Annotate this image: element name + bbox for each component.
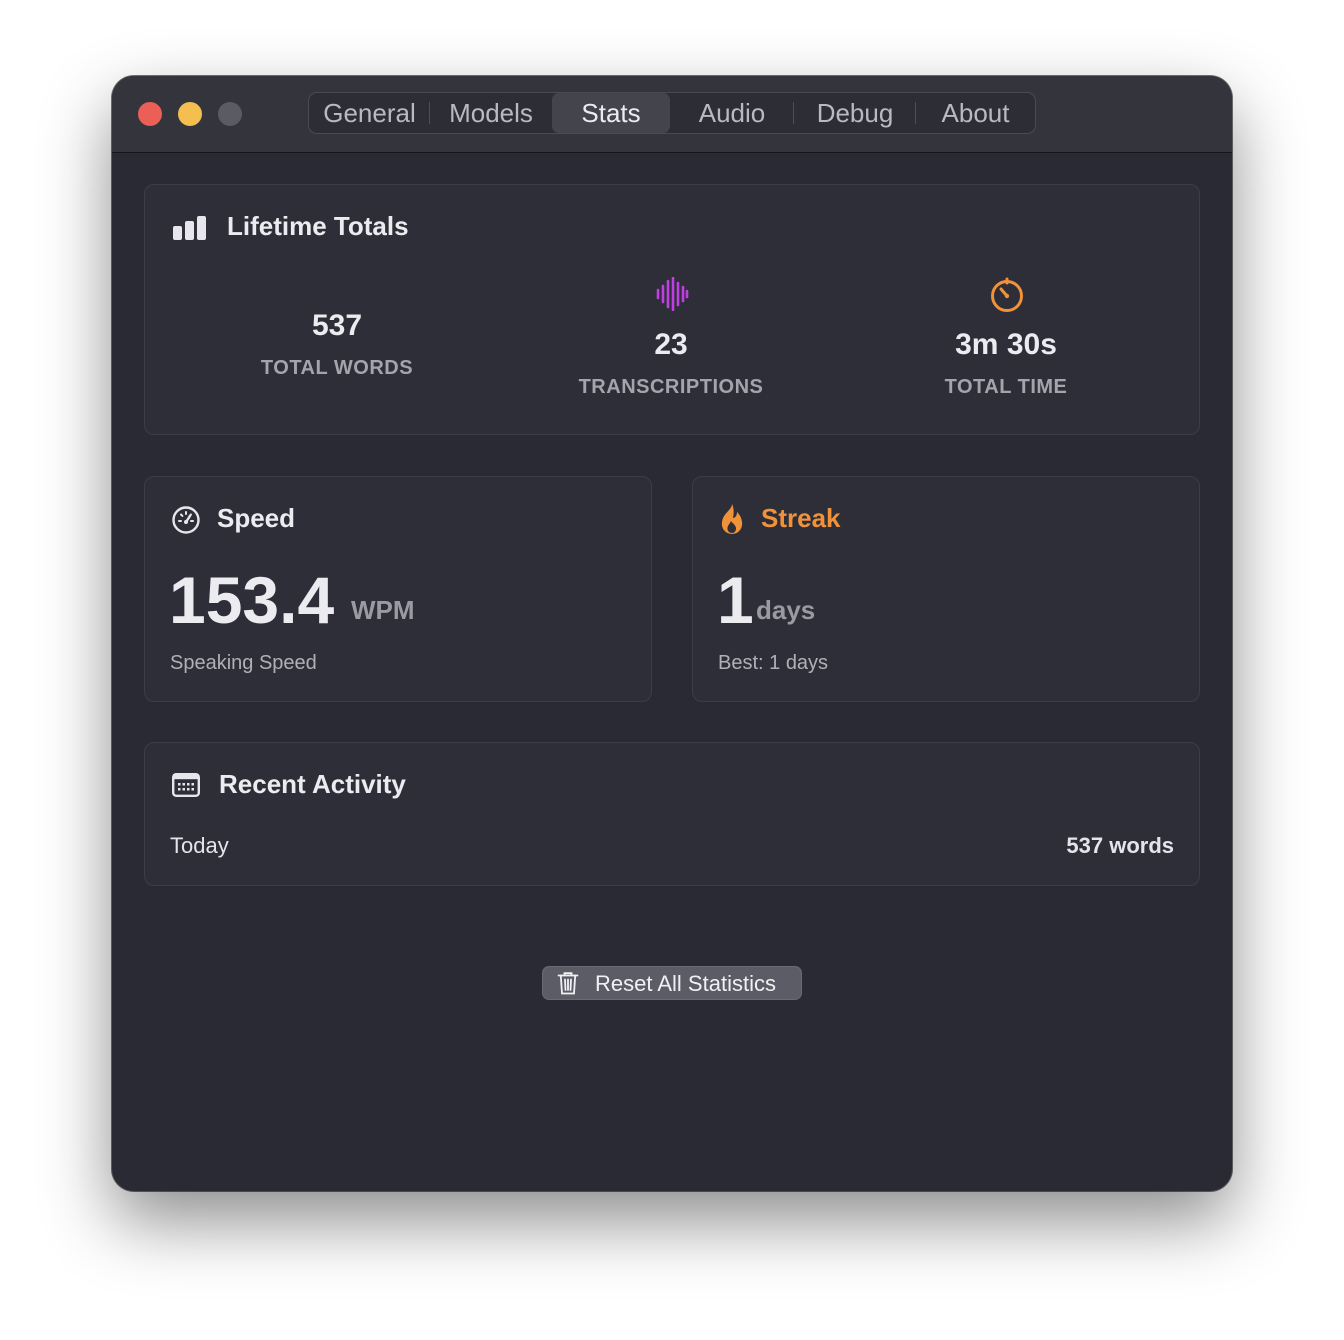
waveform-icon — [656, 277, 689, 311]
recent-row-value: 537 words — [1066, 833, 1174, 858]
title-bar: General Models Stats Audio Debug About — [112, 76, 1232, 153]
speed-unit: WPM — [351, 595, 415, 625]
total-time-label: TOTAL TIME — [944, 376, 1068, 398]
streak-best: Best: 1 days — [718, 652, 829, 674]
transcriptions-value: 23 — [654, 328, 688, 361]
stat-total-words: 537 TOTAL WORDS — [187, 309, 487, 380]
flame-icon — [721, 504, 743, 534]
trash-icon — [557, 972, 579, 995]
close-window-button[interactable] — [138, 102, 162, 126]
speed-value: 153.4 — [169, 563, 335, 637]
recent-activity-title: Recent Activity — [219, 769, 406, 799]
tab-models[interactable]: Models — [430, 93, 552, 133]
speed-title: Speed — [217, 503, 296, 533]
total-words-value: 537 — [311, 309, 363, 342]
tab-audio[interactable]: Audio — [670, 93, 794, 133]
streak-unit: days — [756, 595, 816, 625]
recent-row-label: Today — [170, 833, 229, 858]
streak-value: 1 — [717, 563, 754, 637]
reset-button-label: Reset All Statistics — [595, 971, 776, 996]
stats-window: General Models Stats Audio Debug About L… — [112, 76, 1232, 1191]
lifetime-totals-card: Lifetime Totals 537 TOTAL WORDS 23 TRANS… — [144, 184, 1200, 435]
total-time-value: 3m 30s — [955, 328, 1057, 361]
zoom-window-button[interactable] — [218, 102, 242, 126]
tab-general[interactable]: General — [309, 93, 430, 133]
minimize-window-button[interactable] — [178, 102, 202, 126]
streak-title: Streak — [761, 503, 841, 533]
stat-transcriptions: 23 TRANSCRIPTIONS — [521, 328, 821, 399]
timer-icon — [991, 277, 1023, 312]
stat-total-time: 3m 30s TOTAL TIME — [856, 328, 1156, 399]
calendar-icon — [172, 773, 200, 797]
lifetime-totals-title: Lifetime Totals — [227, 211, 409, 241]
speed-card: Speed 153.4 WPM Speaking Speed — [144, 476, 652, 702]
tab-debug[interactable]: Debug — [794, 93, 916, 133]
speed-subtitle: Speaking Speed — [170, 652, 317, 674]
tab-about[interactable]: About — [916, 93, 1035, 133]
tab-stats[interactable]: Stats — [552, 93, 670, 133]
transcriptions-label: TRANSCRIPTIONS — [578, 376, 764, 398]
reset-all-statistics-button[interactable]: Reset All Statistics — [542, 966, 802, 1000]
speedometer-icon — [172, 506, 200, 534]
tab-bar: General Models Stats Audio Debug About — [308, 92, 1036, 134]
streak-card: Streak 1 days Best: 1 days — [692, 476, 1200, 702]
total-words-label: TOTAL WORDS — [260, 357, 414, 379]
bar-chart-icon — [173, 216, 206, 240]
recent-activity-card: Recent Activity Today 537 words — [144, 742, 1200, 886]
